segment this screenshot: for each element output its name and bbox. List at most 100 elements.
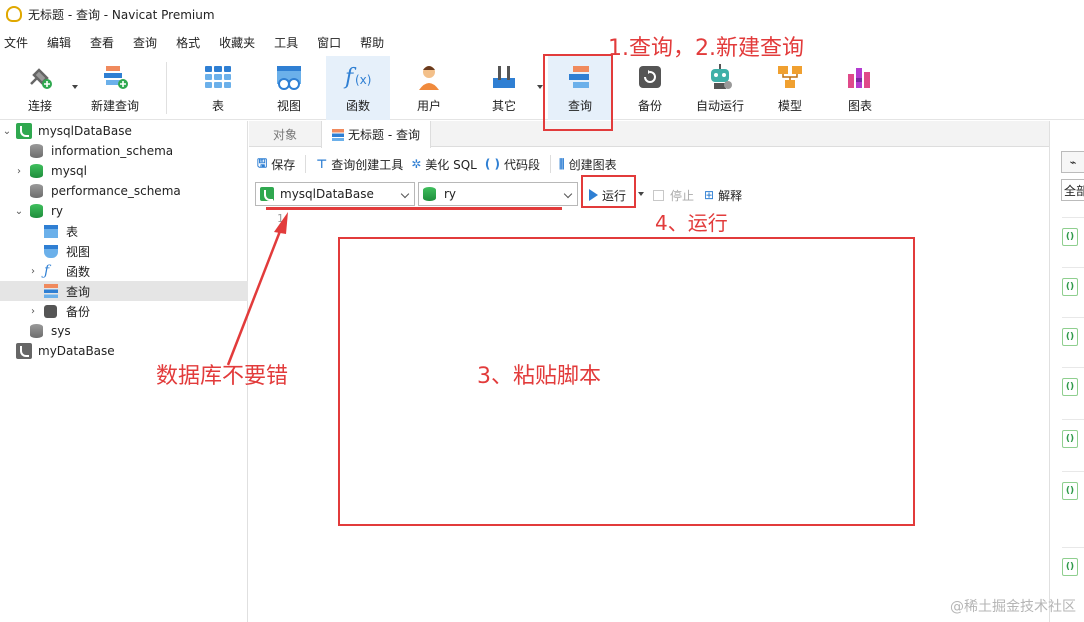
menu-file[interactable]: 文件 (0, 34, 41, 51)
explain-label: 解释 (718, 188, 743, 203)
menu-edit[interactable]: 编辑 (41, 34, 84, 51)
stop-label: 停止 (670, 188, 695, 203)
database-icon (30, 184, 43, 198)
pin-button[interactable]: ⌁ (1061, 151, 1084, 173)
pin-icon: ⌁ (1069, 155, 1077, 169)
mysql-connection-icon (16, 343, 32, 359)
tree-item-label: mysqlDataBase (38, 124, 132, 138)
tree-item-label: 函数 (66, 264, 91, 279)
collapse-chevron-icon[interactable]: ⌄ (14, 206, 24, 217)
plug-icon (25, 62, 55, 92)
save-label: 保存 (271, 157, 296, 172)
query-toolbar: 🖫 保存 ⊤ 查询创建工具 ✲ 美化 SQL ( ) 代码段 ⫼ 创建图表 (249, 151, 1049, 177)
collapse-chevron-icon[interactable]: ⌄ (2, 126, 12, 137)
other-button[interactable]: 其它 (472, 56, 536, 120)
tree-item-queries[interactable]: 查询 (0, 281, 248, 301)
snippet-item[interactable]: () (1062, 317, 1084, 355)
snippet-filter-select[interactable]: 全部 (1061, 179, 1084, 201)
tree-item-performance-schema[interactable]: performance_schema (0, 181, 248, 201)
connect-button[interactable]: 连接 (8, 56, 72, 120)
view-icon (44, 244, 58, 258)
robot-icon (705, 62, 735, 92)
function-button[interactable]: f (x) 函数 (326, 56, 390, 120)
database-select[interactable]: ry (418, 182, 578, 206)
tree-item-functions[interactable]: › ƒ 函数 (0, 261, 248, 281)
user-button[interactable]: 用户 (397, 56, 461, 120)
menu-tools[interactable]: 工具 (268, 34, 311, 51)
connection-select-value: mysqlDataBase (280, 187, 374, 201)
annotation-new-query: 1.查询，2.新建查询 (608, 36, 804, 61)
backup-button[interactable]: 备份 (618, 56, 682, 120)
table-button[interactable]: 表 (186, 56, 250, 120)
connect-dropdown-caret[interactable] (72, 85, 78, 89)
query-builder-button[interactable]: ⊤ 查询创建工具 (316, 156, 403, 173)
snippet-item[interactable]: () (1062, 547, 1084, 585)
editor-tabs: 对象 无标题 - 查询 (249, 121, 1049, 148)
database-icon (30, 144, 43, 158)
create-chart-button[interactable]: ⫼ 创建图表 (559, 156, 617, 173)
snippet-item[interactable]: () (1062, 471, 1084, 509)
tree-item-information-schema[interactable]: information_schema (0, 141, 248, 161)
backup-icon (44, 304, 57, 318)
chart-label: 图表 (847, 99, 872, 113)
table-label: 表 (211, 99, 224, 113)
beautify-sql-button[interactable]: ✲ 美化 SQL (411, 156, 477, 173)
snippet-item[interactable]: () (1062, 267, 1084, 305)
navicat-logo-icon (6, 6, 22, 22)
save-button[interactable]: 🖫 保存 (257, 154, 295, 175)
snippet-item[interactable]: () (1062, 419, 1084, 457)
run-dropdown-caret[interactable] (638, 192, 644, 196)
auto-run-label: 自动运行 (695, 99, 744, 113)
view-button[interactable]: 视图 (257, 56, 321, 120)
menu-favorites[interactable]: 收藏夹 (213, 34, 268, 51)
chevron-down-icon (400, 189, 410, 199)
menu-view[interactable]: 查看 (84, 34, 127, 51)
expand-chevron-icon[interactable]: › (28, 306, 38, 317)
tree-item-ry[interactable]: ⌄ ry (0, 201, 248, 221)
tree-item-mysqldatabase[interactable]: ⌄ mysqlDataBase (0, 121, 248, 141)
table-icon (203, 62, 233, 92)
snippet-icon: () (1062, 277, 1078, 296)
menu-format[interactable]: 格式 (170, 34, 213, 51)
expand-chevron-icon[interactable]: › (28, 266, 38, 277)
database-icon (423, 187, 436, 201)
database-underline (266, 207, 562, 210)
backup-label: 备份 (637, 99, 662, 113)
expand-chevron-icon[interactable]: › (14, 166, 24, 177)
tree-item-label: performance_schema (51, 184, 181, 198)
tab-query[interactable]: 无标题 - 查询 (321, 121, 431, 148)
tree-item-label: myDataBase (38, 344, 115, 358)
menu-help[interactable]: 帮助 (354, 34, 397, 51)
connection-select[interactable]: mysqlDataBase (255, 182, 415, 206)
tree-item-tables[interactable]: 表 (0, 221, 248, 241)
database-select-value: ry (444, 187, 457, 201)
code-snippet-button[interactable]: ( ) 代码段 (485, 156, 540, 173)
snippet-icon: () (1062, 377, 1078, 396)
tree-item-label: 视图 (66, 244, 91, 259)
run-highlight-box (581, 175, 636, 208)
model-button[interactable]: 模型 (758, 56, 822, 120)
user-label: 用户 (416, 99, 441, 113)
explain-button[interactable]: ⊞ 解释 (704, 184, 742, 206)
beautify-label: 美化 SQL (425, 157, 477, 172)
snippet-item[interactable]: () (1062, 217, 1084, 255)
function-label: 函数 (345, 99, 370, 113)
tree-item-views[interactable]: 视图 (0, 241, 248, 261)
query-selectors: mysqlDataBase ry 运行 停止 ⊞ 解释 (249, 181, 1049, 207)
tree-item-mysql[interactable]: › mysql (0, 161, 248, 181)
backup-icon (635, 62, 665, 92)
arrow-annotation (226, 212, 288, 366)
function-icon: ƒ (44, 263, 50, 279)
chart-button[interactable]: 图表 (828, 56, 892, 120)
tree-item-label: information_schema (51, 144, 174, 158)
tree-item-backups[interactable]: › 备份 (0, 301, 248, 321)
tab-objects[interactable]: 对象 (263, 121, 307, 147)
stop-button[interactable]: 停止 (653, 184, 694, 206)
menu-window[interactable]: 窗口 (311, 34, 354, 51)
new-query-button[interactable]: 新建查询 (82, 56, 148, 120)
tree-item-sys[interactable]: sys (0, 321, 248, 341)
builder-icon: ⊤ (316, 157, 328, 171)
auto-run-button[interactable]: 自动运行 (686, 56, 754, 120)
snippet-item[interactable]: () (1062, 367, 1084, 405)
menu-query[interactable]: 查询 (127, 34, 170, 51)
